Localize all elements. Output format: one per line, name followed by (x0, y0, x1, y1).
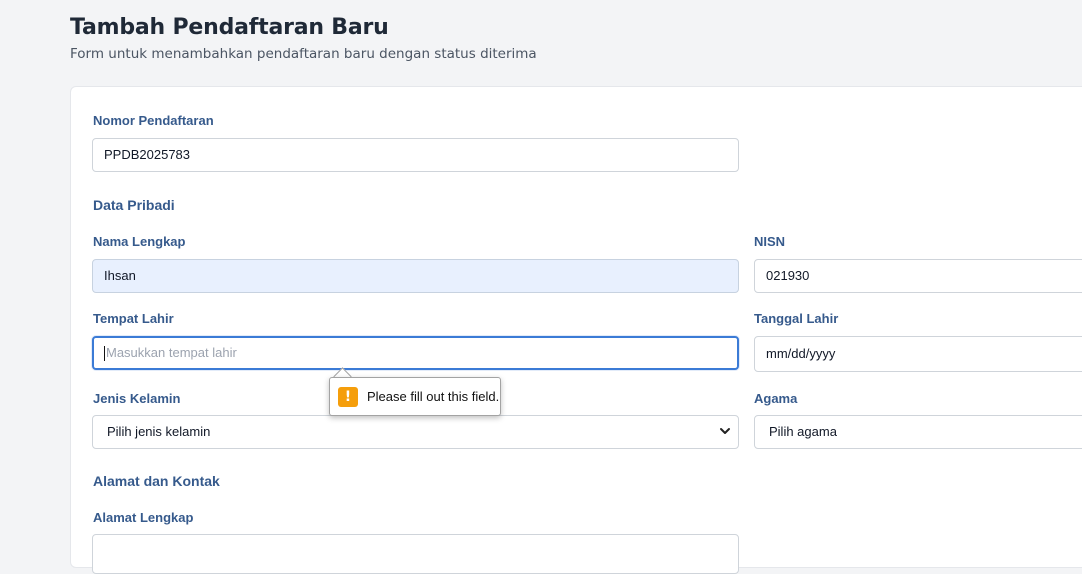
tempat-lahir-input[interactable]: Masukkan tempat lahir (92, 336, 739, 370)
nomor-pendaftaran-input[interactable]: PPDB2025783 (92, 138, 739, 172)
agama-selected: Pilih agama (769, 424, 837, 439)
alamat-lengkap-label: Alamat Lengkap (93, 510, 194, 525)
tempat-lahir-label: Tempat Lahir (93, 311, 174, 326)
nama-lengkap-label: Nama Lengkap (93, 234, 186, 249)
validation-message: Please fill out this field. (367, 389, 500, 404)
nisn-value: 021930 (766, 268, 810, 283)
warning-icon: ! (338, 386, 358, 407)
tanggal-lahir-label: Tanggal Lahir (754, 311, 839, 326)
tanggal-lahir-input[interactable]: mm/dd/yyyy (754, 336, 1082, 372)
tempat-lahir-placeholder: Masukkan tempat lahir (106, 345, 237, 360)
section-data-pribadi: Data Pribadi (93, 197, 175, 213)
nisn-input[interactable]: 021930 (754, 259, 1082, 293)
jenis-kelamin-label: Jenis Kelamin (93, 391, 181, 406)
jenis-kelamin-selected: Pilih jenis kelamin (107, 424, 211, 439)
chevron-down-icon (720, 428, 730, 434)
page-title: Tambah Pendaftaran Baru (70, 15, 389, 40)
nama-lengkap-value: Ihsan (104, 268, 136, 283)
tanggal-lahir-value: mm/dd/yyyy (766, 346, 836, 361)
nomor-pendaftaran-value: PPDB2025783 (104, 147, 191, 162)
agama-select[interactable]: Pilih agama (754, 415, 1082, 449)
validation-tooltip: ! Please fill out this field. (329, 377, 501, 416)
alamat-lengkap-input[interactable] (92, 534, 739, 574)
text-caret (104, 346, 105, 362)
nisn-label: NISN (754, 234, 786, 249)
agama-label: Agama (754, 391, 798, 406)
section-alamat-kontak: Alamat dan Kontak (93, 473, 220, 489)
nama-lengkap-input[interactable]: Ihsan (92, 259, 739, 293)
nomor-pendaftaran-label: Nomor Pendaftaran (93, 113, 214, 128)
jenis-kelamin-select[interactable]: Pilih jenis kelamin (92, 415, 739, 449)
page-subtitle: Form untuk menambahkan pendaftaran baru … (70, 46, 537, 62)
